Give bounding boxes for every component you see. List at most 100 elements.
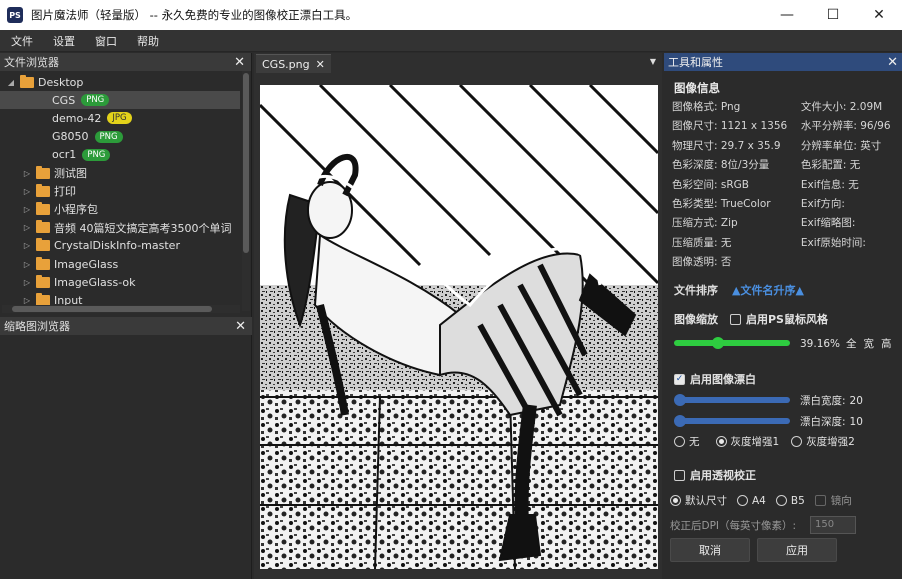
info-row: 压缩质量: 无 Exif原始时间: — [672, 235, 900, 254]
tree-item[interactable]: ▷ 测试图 — [0, 164, 240, 182]
info-row: 压缩方式: Zip Exif缩略图: — [672, 215, 900, 234]
thumbnail-browser-title: 缩略图浏览器 — [4, 320, 70, 333]
tools-properties-panel: 工具和属性 ✕ 图像信息 图像格式: Png 文件大小: 2.09M 图像尺寸: 1… — [664, 53, 902, 579]
expanded-arrow-icon[interactable]: ◢ — [6, 78, 16, 87]
chevron-down-icon[interactable]: ▼ — [650, 57, 656, 66]
collapsed-arrow-icon[interactable]: ▷ — [22, 241, 32, 250]
cancel-button[interactable]: 取消 — [670, 538, 750, 562]
tree-item[interactable]: ▷ 小程序包 — [0, 200, 240, 218]
tree-item-label: ImageGlass — [54, 257, 119, 271]
info-row: 图像透明: 否 — [672, 254, 900, 273]
size-b5-radio[interactable] — [775, 495, 787, 506]
window-title: 图片魔法师（轻量版） -- 永久免费的专业的图像校正漂白工具。 — [31, 8, 358, 22]
close-icon[interactable]: ✕ — [887, 55, 898, 70]
size-default-radio[interactable] — [670, 495, 681, 506]
tree-vertical-scrollbar[interactable] — [242, 71, 250, 311]
image-info-grid: 图像格式: Png 文件大小: 2.09M 图像尺寸: 1121 x 1356 水平分… — [672, 99, 900, 274]
minimize-button[interactable]: — — [764, 0, 810, 30]
info-left-value: 物理尺寸: 29.7 x 35.9 — [672, 139, 781, 152]
mode-gray2-radio[interactable] — [791, 436, 803, 447]
tree-item[interactable]: ▷ ImageGlass — [0, 255, 240, 273]
bleach-width-slider[interactable] — [674, 394, 790, 406]
bleach-width-value: 20 — [849, 394, 863, 407]
tree-item[interactable]: ocr1 PNG — [0, 146, 240, 164]
info-right-value: 水平分辨率: 96/96 — [800, 120, 891, 133]
collapsed-arrow-icon[interactable]: ▷ — [22, 169, 32, 178]
tree-item[interactable]: demo-42 JPG — [0, 109, 240, 127]
info-right-value: Exif信息: 无 — [800, 178, 859, 191]
bleach-width-label: 漂白宽度: — [800, 395, 846, 407]
collapsed-arrow-icon[interactable]: ▷ — [22, 296, 32, 305]
tab-cgs-png[interactable]: CGS.png ✕ — [256, 54, 331, 73]
tree-item[interactable]: CGS PNG — [0, 91, 240, 110]
collapsed-arrow-icon[interactable]: ▷ — [22, 205, 32, 214]
image-info-title: 图像信息 — [674, 81, 720, 95]
folder-icon — [36, 183, 50, 197]
bleach-checkbox[interactable]: ✓ — [674, 373, 685, 385]
collapsed-arrow-icon[interactable]: ▷ — [22, 223, 32, 232]
menu-help[interactable]: 帮助 — [127, 33, 169, 49]
tools-panel-title: 工具和属性 — [668, 56, 723, 69]
tree-item[interactable]: ▷ CrystalDiskInfo-master — [0, 237, 240, 255]
info-left-value: 色彩空间: sRGB — [672, 178, 749, 191]
dpi-input[interactable]: 150 — [810, 516, 856, 534]
ps-wheel-label: 启用PS鼠标风格 — [746, 313, 828, 326]
bleach-depth-knob[interactable] — [674, 415, 686, 427]
close-window-button[interactable]: ✕ — [856, 0, 902, 30]
info-left-value: 压缩方式: Zip — [672, 217, 738, 230]
tree-item-label: 小程序包 — [54, 203, 98, 217]
zoom-slider[interactable] — [674, 337, 790, 349]
bleach-width-knob[interactable] — [674, 394, 686, 406]
tree-item-label: CrystalDiskInfo-master — [54, 239, 180, 253]
close-icon[interactable]: ✕ — [234, 55, 245, 70]
info-left-value: 色彩深度: 8位/3分量 — [672, 159, 770, 172]
thumbnail-browser-header: 缩略图浏览器 ✕ — [0, 317, 252, 335]
maximize-button[interactable]: ☐ — [810, 0, 856, 30]
collapsed-arrow-icon[interactable]: ▷ — [22, 278, 32, 287]
tree-item[interactable]: G8050 PNG — [0, 128, 240, 146]
sort-order-toggle[interactable]: ▲文件名升序▲ — [732, 282, 804, 298]
tab-label: CGS.png — [262, 57, 310, 71]
folder-icon — [36, 165, 50, 179]
sort-label: 文件排序 — [674, 284, 718, 297]
mode-none-radio[interactable] — [674, 436, 685, 447]
zoom-fit-width-button[interactable]: 宽 — [864, 336, 875, 351]
mode-gray1-radio[interactable] — [715, 436, 727, 447]
mode-gray1-label: 灰度增强1 — [730, 436, 780, 448]
tree-item[interactable]: ▷ 音频 40篇短文搞定高考3500个单词 — [0, 219, 240, 237]
menu-window[interactable]: 窗口 — [85, 33, 127, 49]
close-icon[interactable]: ✕ — [316, 58, 325, 71]
size-a4-radio[interactable] — [737, 495, 748, 506]
collapsed-arrow-icon[interactable]: ▷ — [22, 187, 32, 196]
tree-item-label: 音频 40篇短文搞定高考3500个单词 — [54, 221, 232, 235]
tree-item[interactable]: ◢ Desktop — [0, 73, 240, 91]
menu-settings[interactable]: 设置 — [43, 33, 85, 49]
zoom-fit-all-button[interactable]: 全 — [846, 336, 857, 351]
tree-item-label: Desktop — [38, 75, 84, 89]
perspective-label: 启用透视校正 — [690, 469, 756, 482]
info-right-value: 分辨率单位: 英寸 — [800, 139, 882, 152]
menu-file[interactable]: 文件 — [0, 33, 43, 49]
info-right-value: Exif原始时间: — [800, 236, 866, 249]
bleach-depth-slider[interactable] — [674, 415, 790, 427]
tools-panel-header: 工具和属性 ✕ — [664, 53, 902, 71]
zoom-fit-height-button[interactable]: 高 — [881, 336, 892, 351]
ps-wheel-checkbox[interactable] — [730, 313, 741, 325]
collapsed-arrow-icon[interactable]: ▷ — [22, 260, 32, 269]
file-browser-title: 文件浏览器 — [4, 56, 59, 69]
image-canvas[interactable] — [260, 85, 658, 569]
file-type-badge: PNG — [81, 94, 110, 107]
apply-button[interactable]: 应用 — [757, 538, 837, 562]
bleached-image-picture — [260, 85, 658, 569]
close-icon[interactable]: ✕ — [235, 319, 246, 334]
folder-icon — [36, 238, 50, 252]
perspective-checkbox[interactable] — [674, 469, 685, 481]
tree-item[interactable]: ▷ 打印 — [0, 182, 240, 200]
tree-horizontal-scrollbar[interactable] — [2, 305, 240, 313]
zoom-slider-knob[interactable] — [712, 337, 725, 349]
size-b5-label: B5 — [790, 494, 805, 507]
mirror-checkbox[interactable] — [814, 495, 826, 506]
mode-none-label: 无 — [689, 436, 700, 448]
tree-item[interactable]: ▷ ImageGlass-ok — [0, 273, 240, 291]
left-panel: 文件浏览器 ✕ ◢ Desktop CGS PNG demo-42 JPG G8050 PNG… — [0, 53, 252, 579]
